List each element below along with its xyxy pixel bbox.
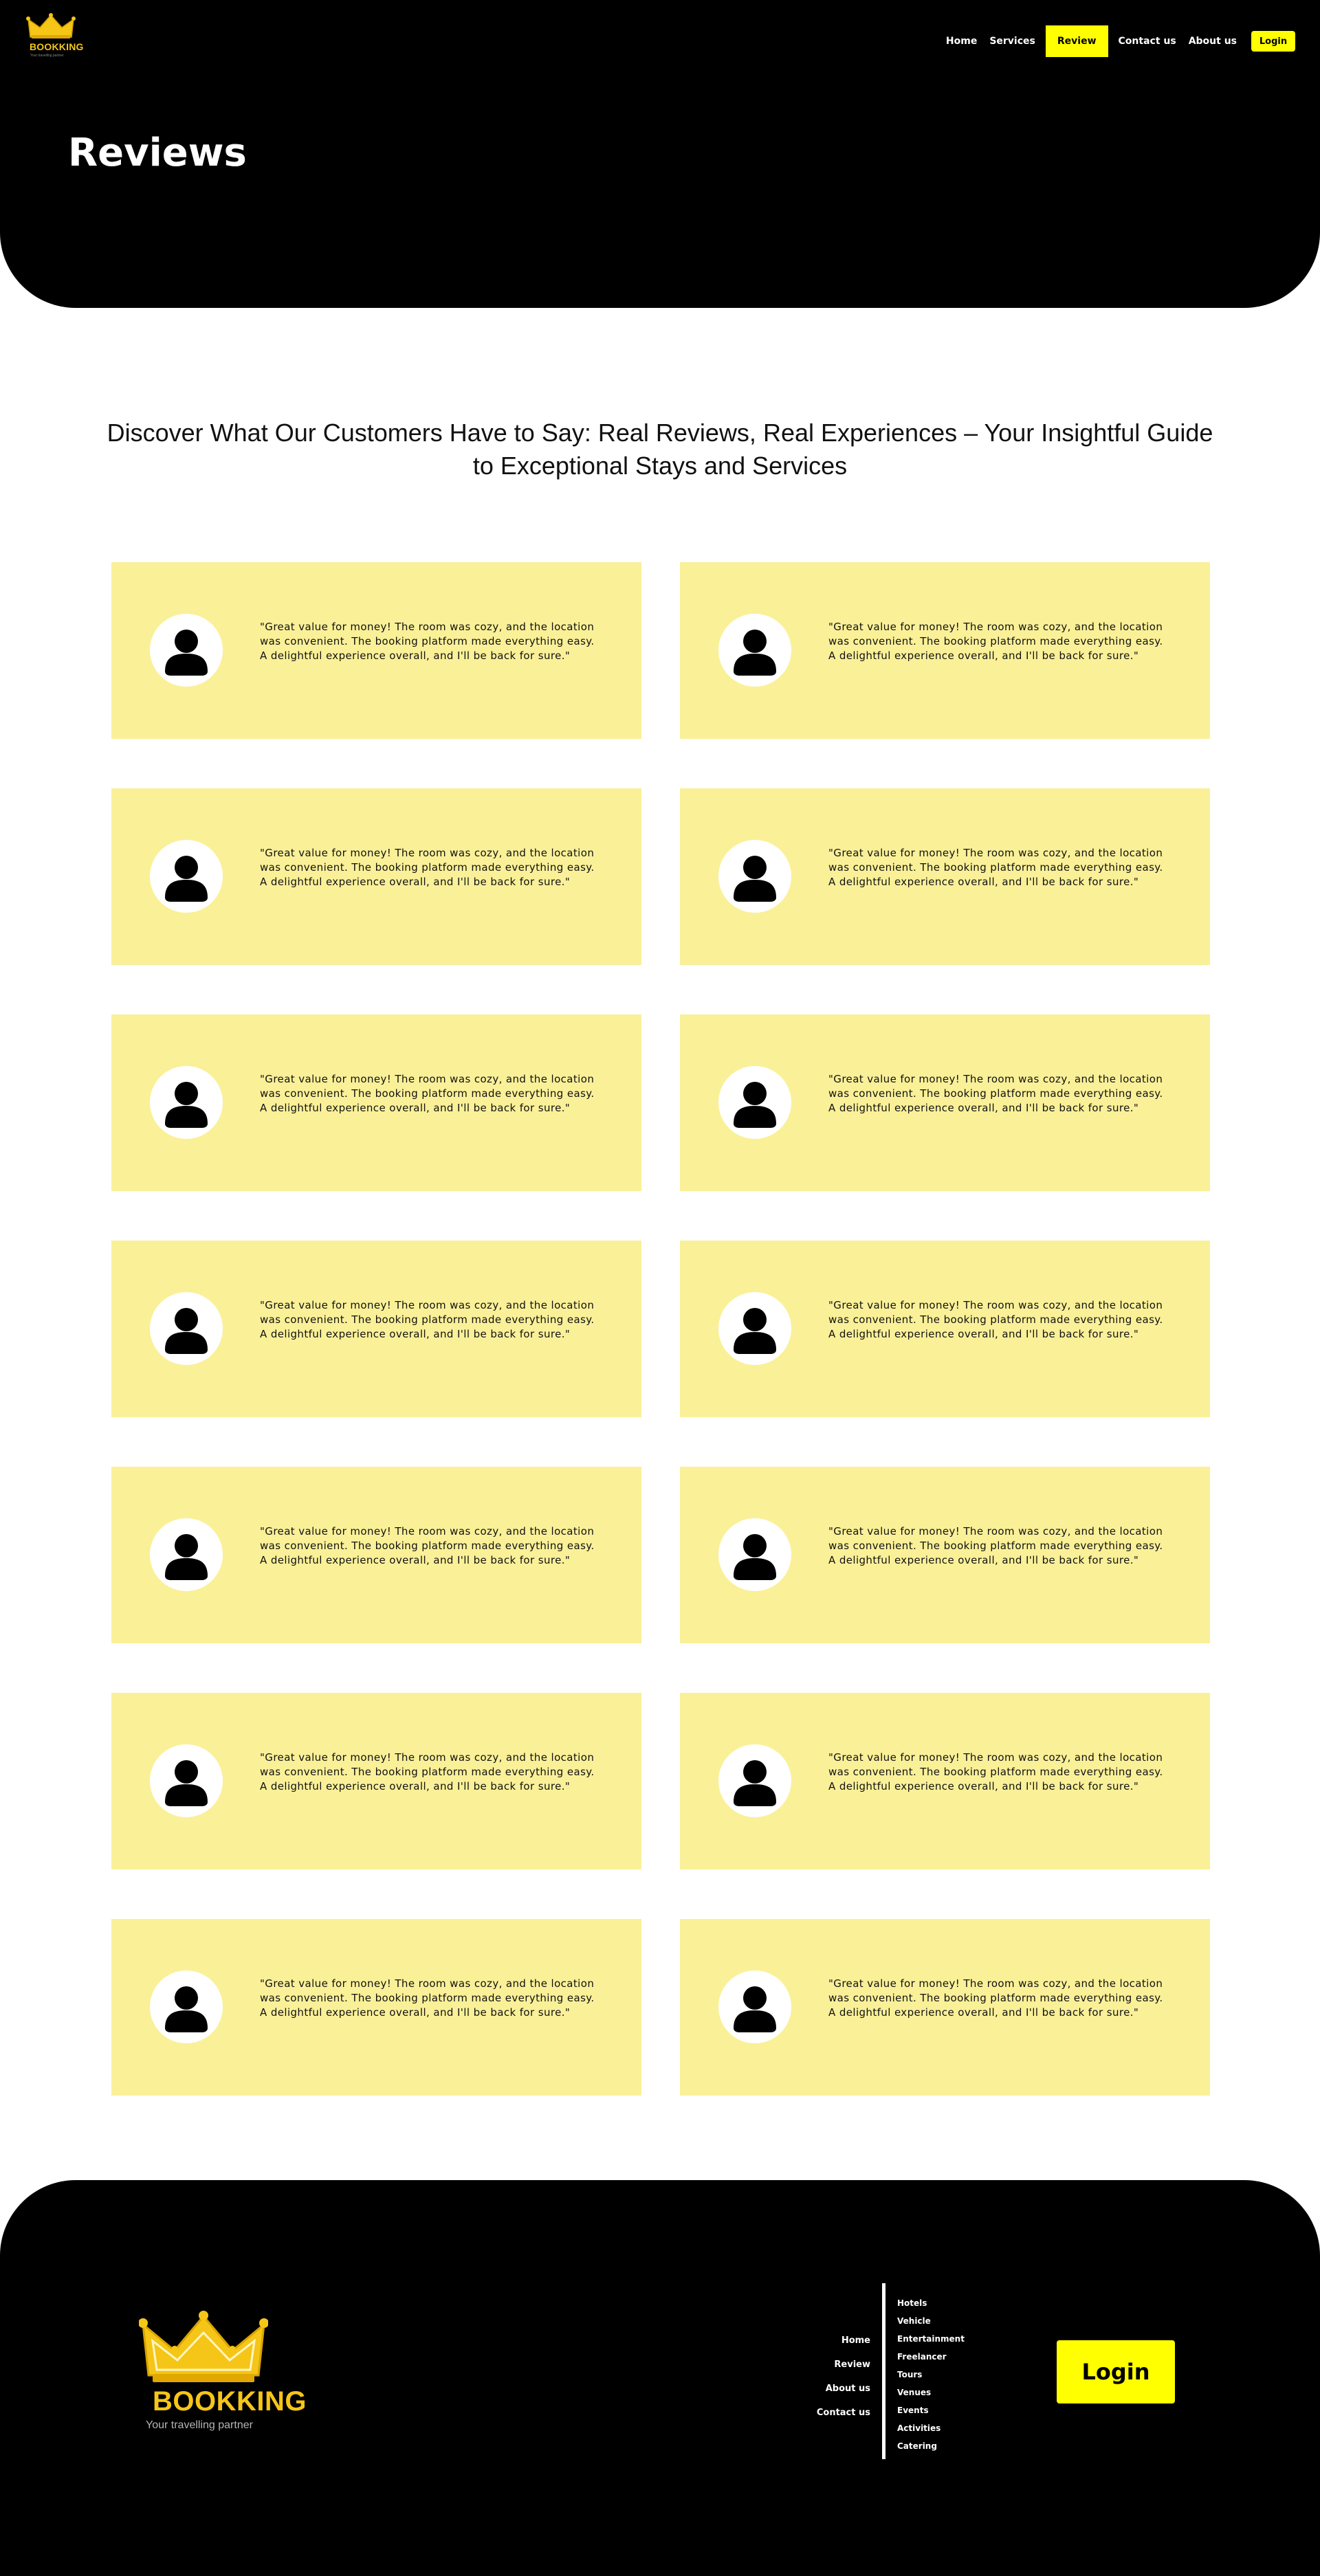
review-text: "Great value for money! The room was coz… (260, 1977, 595, 2019)
review-text: "Great value for money! The room was coz… (828, 1525, 1163, 1566)
review-card: "Great value for money! The room was coz… (680, 1693, 1210, 1869)
review-card: "Great value for money! The room was coz… (111, 1241, 641, 1417)
nav-link-home[interactable]: Home (940, 25, 983, 57)
user-icon (718, 1066, 791, 1139)
user-icon (150, 614, 223, 687)
footer-link-home[interactable]: Home (817, 2329, 870, 2353)
user-icon (150, 1292, 223, 1365)
crown-icon (26, 13, 76, 38)
intro-text: Discover What Our Customers Have to Say:… (107, 419, 1213, 480)
review-card: "Great value for money! The room was coz… (111, 1467, 641, 1643)
footer-service-hotels[interactable]: Hotels (897, 2294, 965, 2312)
footer-tagline: Your travelling partner (146, 2419, 253, 2431)
review-card: "Great value for money! The room was coz… (680, 562, 1210, 739)
review-card: "Great value for money! The room was coz… (111, 1693, 641, 1869)
review-card: "Great value for money! The room was coz… (111, 562, 641, 739)
review-text: "Great value for money! The room was coz… (828, 1073, 1163, 1114)
user-icon (718, 614, 791, 687)
footer-service-venues[interactable]: Venues (897, 2384, 965, 2401)
page-title: Reviews (68, 131, 247, 175)
footer-logo: BOOKKING Your travelling partner (135, 2309, 307, 2433)
logo-brand-name: BOOKKING (30, 41, 84, 52)
logo-link[interactable]: BOOKKING Your travelling partner (26, 12, 83, 58)
review-text: "Great value for money! The room was coz… (828, 1977, 1163, 2019)
crown-icon (139, 2311, 268, 2382)
review-text: "Great value for money! The room was coz… (260, 1299, 595, 1340)
footer-service-events[interactable]: Events (897, 2401, 965, 2419)
review-card: "Great value for money! The room was coz… (680, 1467, 1210, 1643)
user-icon (150, 1518, 223, 1591)
footer-service-vehicle[interactable]: Vehicle (897, 2312, 965, 2330)
footer-service-freelancer[interactable]: Freelancer (897, 2348, 965, 2366)
login-button[interactable]: Login (1251, 31, 1295, 52)
review-card: "Great value for money! The room was coz… (111, 788, 641, 965)
footer-service-activities[interactable]: Activities (897, 2419, 965, 2437)
footer-link-review[interactable]: Review (817, 2353, 870, 2377)
review-text: "Great value for money! The room was coz… (828, 1751, 1163, 1792)
user-icon (718, 1518, 791, 1591)
logo-tagline: Your travelling partner (30, 54, 64, 58)
review-text: "Great value for money! The room was coz… (828, 621, 1163, 662)
footer-brand-name: BOOKKING (153, 2386, 307, 2417)
review-card: "Great value for money! The room was coz… (680, 1014, 1210, 1191)
user-icon (150, 1744, 223, 1817)
footer-service-tours[interactable]: Tours (897, 2366, 965, 2384)
review-text: "Great value for money! The room was coz… (260, 847, 595, 888)
footer-divider (882, 2283, 886, 2459)
reviews-grid: "Great value for money! The room was coz… (111, 562, 1210, 2096)
review-card: "Great value for money! The room was coz… (111, 1014, 641, 1191)
hero-header: BOOKKING Your travelling partner Home Se… (0, 0, 1320, 308)
user-icon (718, 1970, 791, 2043)
footer-service-entertainment[interactable]: Entertainment (897, 2330, 965, 2348)
user-icon (718, 1292, 791, 1365)
nav-link-services[interactable]: Services (983, 25, 1042, 57)
review-text: "Great value for money! The room was coz… (828, 847, 1163, 888)
review-text: "Great value for money! The room was coz… (260, 1751, 595, 1792)
nav-link-contact-us[interactable]: Contact us (1112, 25, 1182, 57)
nav-link-about-us[interactable]: About us (1182, 25, 1243, 57)
user-icon (150, 840, 223, 913)
user-icon (150, 1970, 223, 2043)
review-card: "Great value for money! The room was coz… (111, 1919, 641, 2096)
footer: BOOKKING Your travelling partner Home Re… (0, 2180, 1320, 2576)
footer-nav: Home Review About us Contact us (817, 2329, 870, 2425)
review-card: "Great value for money! The room was coz… (680, 1241, 1210, 1417)
review-text: "Great value for money! The room was coz… (260, 621, 595, 662)
review-text: "Great value for money! The room was coz… (260, 1073, 595, 1114)
review-card: "Great value for money! The room was coz… (680, 788, 1210, 965)
footer-link-about-us[interactable]: About us (817, 2377, 870, 2401)
nav-link-review[interactable]: Review (1045, 25, 1108, 57)
footer-link-contact-us[interactable]: Contact us (817, 2401, 870, 2425)
review-text: "Great value for money! The room was coz… (828, 1299, 1163, 1340)
user-icon (718, 840, 791, 913)
review-text: "Great value for money! The room was coz… (260, 1525, 595, 1566)
footer-service-catering[interactable]: Catering (897, 2437, 965, 2455)
review-card: "Great value for money! The room was coz… (680, 1919, 1210, 2096)
user-icon (718, 1744, 791, 1817)
user-icon (150, 1066, 223, 1139)
main-nav: Home Services Review Contact us About us… (940, 25, 1295, 57)
footer-login-button[interactable]: Login (1057, 2340, 1175, 2403)
footer-services-nav: Hotels Vehicle Entertainment Freelancer … (897, 2294, 965, 2455)
